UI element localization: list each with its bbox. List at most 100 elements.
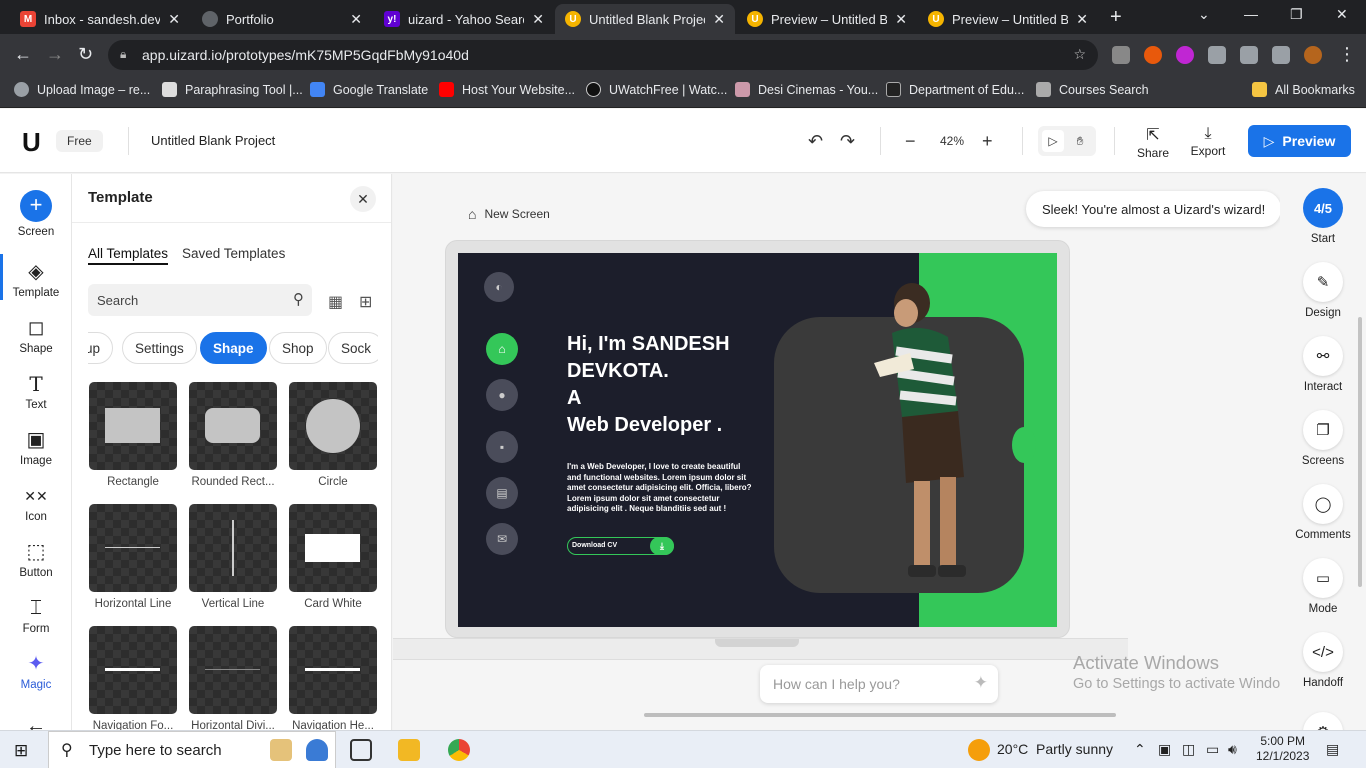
reload-icon[interactable]: ↻ [78,44,93,65]
tab-all-templates[interactable]: All Templates [88,246,169,265]
tab-saved-templates[interactable]: Saved Templates [182,246,285,261]
extension-icon[interactable] [1144,46,1162,64]
browser-tab[interactable]: Portfolio ✕ [192,4,372,34]
file-explorer-icon[interactable] [398,739,420,761]
nav-contact[interactable]: ✉ [486,523,518,555]
download-icon[interactable] [1240,46,1258,64]
bookmark-item[interactable]: Department of Edu... [886,82,1024,97]
menu-icon[interactable]: ⋮ [1338,44,1356,65]
template-card-circle[interactable] [289,382,377,470]
puzzle-icon[interactable] [1208,46,1226,64]
rail-text[interactable]: T Text [0,372,72,411]
address-bar[interactable]: 🔒︎ app.uizard.io/prototypes/mK75MP5GqdFb… [108,40,1098,70]
rr-screens[interactable]: ❐ Screens [1280,410,1366,467]
taskbar-search[interactable]: ⚲ Type here to search [48,731,336,768]
zoom-in-icon[interactable]: + [982,131,993,152]
uizard-logo[interactable]: U [22,127,41,158]
camera-extension-icon[interactable] [1112,46,1130,64]
template-card-navigation-footer[interactable] [89,626,177,714]
zoom-level[interactable]: 42% [940,134,964,148]
rail-image[interactable]: ▣ Image [0,428,72,467]
nav-portfolio[interactable]: ▪ [486,431,518,463]
undo-icon[interactable]: ↶ [808,131,823,152]
template-card-horizontal-line[interactable] [89,504,177,592]
bookmark-item[interactable]: Paraphrasing Tool |... [162,82,303,97]
weather-temp[interactable]: 20°C [997,741,1028,757]
chip[interactable]: Shop [269,332,327,364]
nav-home[interactable]: ⌂ [486,333,518,365]
export-button[interactable]: ⤓ Export [1190,125,1226,158]
browser-tab[interactable]: U Preview – Untitled Bl ✕ [918,4,1098,34]
rail-form[interactable]: ⌶ Form [0,596,72,635]
extension-icon[interactable] [1176,46,1194,64]
browser-tab-active[interactable]: U Untitled Blank Project ✕ [555,4,735,34]
chip[interactable]: Sock [328,332,378,364]
rr-comments[interactable]: ◯ Comments [1280,484,1366,541]
rr-design[interactable]: ✎ Design [1280,262,1366,319]
ai-help-input[interactable]: How can I help you? ✦ [760,665,998,703]
windows-start-icon[interactable]: ⊞ [14,741,28,761]
nav-about[interactable]: ● [486,379,518,411]
close-icon[interactable]: ✕ [168,11,180,28]
project-name[interactable]: Untitled Blank Project [151,133,275,148]
template-search-input[interactable]: Search ⚲ [88,284,312,316]
task-view-icon[interactable] [350,739,372,761]
bookmark-star-icon[interactable]: ☆ [1073,46,1086,63]
forward-icon[interactable]: → [46,44,64,65]
rail-button[interactable]: ⬚ Button [0,540,72,579]
close-icon[interactable]: ✕ [350,11,362,28]
chrome-icon[interactable] [448,739,470,761]
close-icon[interactable]: ✕ [350,186,376,212]
chip[interactable]: Settings [122,332,197,364]
avatar[interactable] [1304,46,1322,64]
screen-label[interactable]: ⌂ New Screen [468,206,550,222]
bookmark-item[interactable]: UWatchFree | Watc... [586,82,727,97]
browser-tab[interactable]: M Inbox - sandesh.devk ✕ [10,4,190,34]
bag-app-icon[interactable] [306,739,328,761]
bookmark-item[interactable]: Upload Image – re... [14,82,150,97]
download-cv-button[interactable]: Download CV ⤓ [567,537,674,555]
close-window-icon[interactable]: ✕ [1336,6,1348,23]
rail-screen[interactable]: + Screen [0,190,72,238]
battery-icon[interactable]: ▭ [1206,741,1219,758]
close-icon[interactable]: ✕ [1076,11,1088,28]
theme-toggle[interactable]: ◐ [484,272,514,302]
bookmark-item[interactable]: Desi Cinemas - You... [735,82,878,97]
template-card-horizontal-divider[interactable] [189,626,277,714]
restore-icon[interactable]: ❐ [1290,6,1303,23]
rail-template[interactable]: ◈ Template [0,260,72,299]
hand-icon[interactable]: ✋︎ [1069,130,1091,152]
back-icon[interactable]: ← [14,44,32,65]
grid-large-icon[interactable]: ⊞ [359,292,372,312]
browser-tab[interactable]: U Preview – Untitled Bl ✕ [737,4,917,34]
volume-icon[interactable]: 🔊︎ [1228,741,1237,758]
zoom-out-icon[interactable]: − [905,131,916,152]
all-bookmarks[interactable]: All Bookmarks [1252,82,1355,97]
template-card-navigation-header[interactable] [289,626,377,714]
bookmark-item[interactable]: Google Translate [310,82,428,97]
new-tab-icon[interactable]: + [1110,6,1122,29]
pointer-icon[interactable]: ▷ [1042,130,1064,152]
chevron-up-icon[interactable]: ⌃ [1134,741,1146,758]
close-icon[interactable]: ✕ [895,11,907,28]
camera-icon[interactable]: ◫ [1182,741,1195,758]
chip[interactable]: up [88,332,114,364]
close-icon[interactable]: ✕ [532,11,544,28]
rr-mode[interactable]: ▭ Mode [1280,558,1366,615]
design-canvas[interactable]: ⌂ New Screen Sleek! You're almost a Uiza… [393,174,1280,730]
weather-desc[interactable]: Partly sunny [1036,741,1113,757]
bookmark-item[interactable]: Courses Search [1036,82,1149,97]
vertical-scrollbar[interactable] [1358,317,1362,587]
rr-settings[interactable]: ⚙ [1280,712,1366,730]
notes-app-icon[interactable] [270,739,292,761]
template-card-rounded-rect[interactable] [189,382,277,470]
onboarding-progress[interactable]: 4/5 Start [1280,188,1366,245]
bookmark-item[interactable]: Host Your Website... [439,82,575,97]
share-button[interactable]: ⇱ Share [1136,125,1170,160]
preview-button[interactable]: ▷ Preview [1248,125,1351,157]
template-card-vertical-line[interactable] [189,504,277,592]
weather-icon[interactable] [968,739,990,761]
browser-tab[interactable]: y! uizard - Yahoo Search ✕ [374,4,554,34]
template-card-card-white[interactable] [289,504,377,592]
horizontal-scrollbar[interactable] [644,713,1116,717]
